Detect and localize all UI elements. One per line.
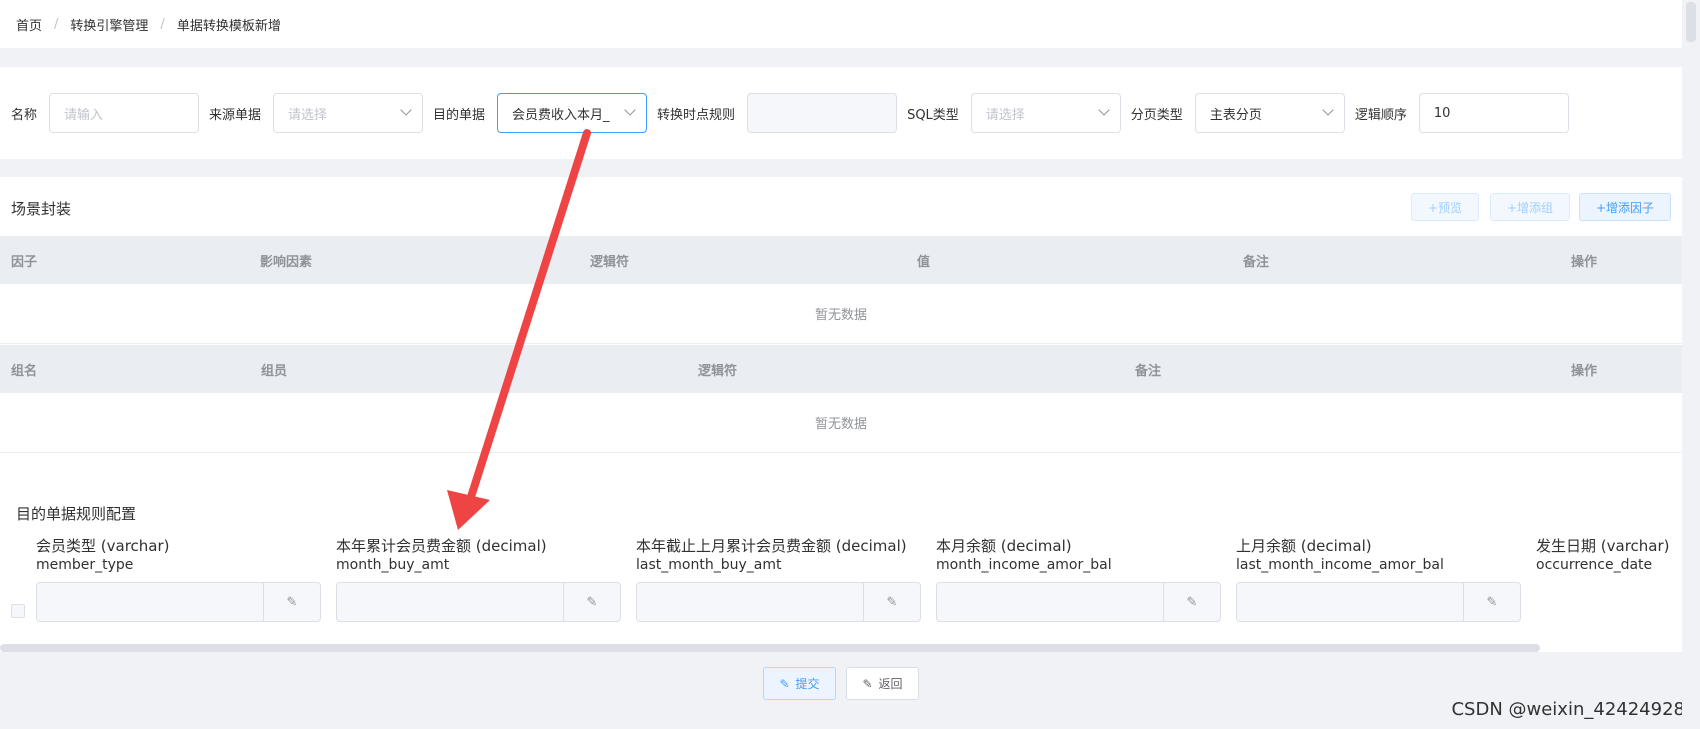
rule-column-field: month_buy_amt xyxy=(336,557,450,573)
back-label: 返回 xyxy=(878,677,903,691)
rule-column-field: last_month_buy_amt xyxy=(636,557,782,573)
preview-button[interactable]: +预览 xyxy=(1411,193,1479,221)
horizontal-scrollbar[interactable] xyxy=(0,644,1540,652)
page-type-label: 分页类型 xyxy=(1130,107,1183,123)
rule-value-input[interactable]: ✎ xyxy=(936,582,1221,622)
breadcrumb-engine[interactable]: 转换引擎管理 xyxy=(70,15,148,34)
breadcrumb-home[interactable]: 首页 xyxy=(16,15,42,34)
col-action: 操作 xyxy=(1571,364,1598,379)
page-type-select[interactable]: 主表分页 xyxy=(1194,93,1345,133)
scene-title: 场景封装 xyxy=(11,200,72,218)
back-button[interactable]: ✎ 返回 xyxy=(846,667,919,700)
edit-icon[interactable]: ✎ xyxy=(863,583,920,621)
source-select[interactable]: 请选择 xyxy=(273,93,424,133)
order-label: 逻辑顺序 xyxy=(1354,107,1407,123)
submit-label: 提交 xyxy=(795,677,820,691)
scrollbar-thumb[interactable] xyxy=(1686,2,1696,42)
chevron-down-icon xyxy=(1322,104,1334,116)
rule-column: 本年累计会员费金额 (decimal) month_buy_amt ✎ xyxy=(336,537,621,622)
rule-column: 发生日期 (varchar) occurrence_date xyxy=(1536,537,1682,575)
edit-icon[interactable]: ✎ xyxy=(1463,583,1520,621)
sql-type-label: SQL类型 xyxy=(907,107,959,123)
sql-type-placeholder: 请选择 xyxy=(985,107,1025,123)
chevron-down-icon xyxy=(1098,104,1110,116)
order-input[interactable]: 10 xyxy=(1418,93,1569,133)
col-members: 组员 xyxy=(261,364,288,379)
submit-button[interactable]: ✎ 提交 xyxy=(763,667,836,700)
vertical-scrollbar[interactable] xyxy=(1682,0,1700,729)
col-factor: 因子 xyxy=(11,255,38,270)
col-influence: 影响因素 xyxy=(260,255,313,270)
rule-value-input[interactable]: ✎ xyxy=(636,582,921,622)
factor-table-empty: 暂无数据 xyxy=(0,284,1682,344)
row-checkbox[interactable] xyxy=(11,604,25,618)
breadcrumb-separator: / xyxy=(54,16,59,32)
rule-column-field: occurrence_date xyxy=(1536,557,1653,573)
rule-value-input[interactable]: ✎ xyxy=(1236,582,1521,622)
template-form: 名称 请输入 来源单据 请选择 目的单据 会员费收入本月_ 转换时点规则 SQL… xyxy=(0,67,1682,159)
name-input[interactable]: 请输入 xyxy=(49,93,200,133)
sql-type-select[interactable]: 请选择 xyxy=(970,93,1121,133)
rule-config-title: 目的单据规则配置 xyxy=(16,505,137,523)
add-factor-button[interactable]: +增添因子 xyxy=(1579,193,1671,221)
col-remark: 备注 xyxy=(1135,364,1162,379)
rule-value-input[interactable]: ✎ xyxy=(336,582,621,622)
col-operator: 逻辑符 xyxy=(698,364,738,379)
source-select-placeholder: 请选择 xyxy=(288,107,328,123)
rule-value-input[interactable]: ✎ xyxy=(36,582,321,622)
chevron-down-icon xyxy=(400,104,412,116)
timepoint-label: 转换时点规则 xyxy=(657,107,736,123)
breadcrumb-current: 单据转换模板新增 xyxy=(176,18,281,34)
scene-section: 场景封装 +预览 +增添组 +增添因子 因子 影响因素 逻辑符 值 备注 操作 … xyxy=(0,177,1682,652)
col-value: 值 xyxy=(917,255,931,270)
col-action: 操作 xyxy=(1571,255,1598,270)
rule-column-label: 本年截止上月累计会员费金额 (decimal) xyxy=(636,537,907,555)
edit-icon[interactable]: ✎ xyxy=(263,583,320,621)
group-table-empty: 暂无数据 xyxy=(0,393,1682,453)
edit-icon: ✎ xyxy=(779,676,790,691)
target-label: 目的单据 xyxy=(433,107,486,123)
edit-icon[interactable]: ✎ xyxy=(563,583,620,621)
rule-column-label: 发生日期 (varchar) xyxy=(1536,537,1670,555)
target-select-value: 会员费收入本月_ xyxy=(512,107,610,123)
rule-column: 会员类型 (varchar) member_type ✎ xyxy=(36,537,321,622)
breadcrumb-separator: / xyxy=(160,16,165,32)
col-remark: 备注 xyxy=(1243,255,1270,270)
edit-icon[interactable]: ✎ xyxy=(1163,583,1220,621)
chevron-down-icon xyxy=(624,104,636,116)
add-group-button[interactable]: +增添组 xyxy=(1490,193,1570,221)
factor-table-header: 因子 影响因素 逻辑符 值 备注 操作 xyxy=(0,236,1682,284)
rule-column-label: 本年累计会员费金额 (decimal) xyxy=(336,537,547,555)
name-label: 名称 xyxy=(11,107,38,123)
rule-column-field: last_month_income_amor_bal xyxy=(1236,557,1444,573)
group-table-header: 组名 组员 逻辑符 备注 操作 xyxy=(0,345,1682,393)
edit-icon: ✎ xyxy=(862,676,873,691)
rule-column: 本月余额 (decimal) month_income_amor_bal ✎ xyxy=(936,537,1221,622)
rule-column-field: member_type xyxy=(36,557,134,573)
target-select[interactable]: 会员费收入本月_ xyxy=(497,93,648,133)
col-operator: 逻辑符 xyxy=(590,255,630,270)
source-label: 来源单据 xyxy=(209,107,262,123)
breadcrumb: 首页 / 转换引擎管理 / 单据转换模板新增 xyxy=(0,0,1682,48)
rule-column-label: 上月余额 (decimal) xyxy=(1236,537,1372,555)
rule-column-label: 会员类型 (varchar) xyxy=(36,537,170,555)
rule-column-label: 本月余额 (decimal) xyxy=(936,537,1072,555)
page-type-value: 主表分页 xyxy=(1209,107,1262,123)
timepoint-input[interactable] xyxy=(747,93,898,133)
credit-watermark: CSDN @weixin_42424928 xyxy=(1451,699,1685,720)
rule-column: 本年截止上月累计会员费金额 (decimal) last_month_buy_a… xyxy=(636,537,921,622)
rule-column-field: month_income_amor_bal xyxy=(936,557,1112,573)
rule-column: 上月余额 (decimal) last_month_income_amor_ba… xyxy=(1236,537,1521,622)
col-group-name: 组名 xyxy=(11,364,38,379)
